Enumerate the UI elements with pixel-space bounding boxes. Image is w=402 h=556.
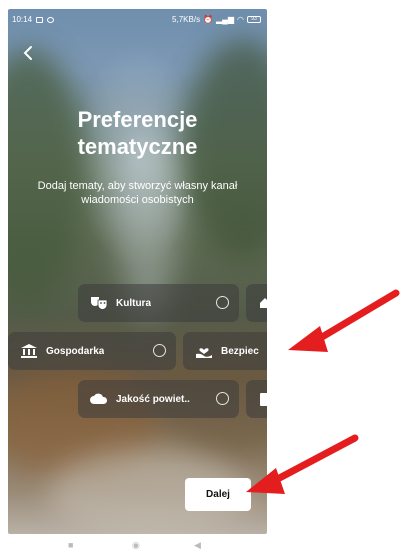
annotation-arrow-right [246,434,359,494]
annotation-arrows [246,289,400,494]
annotation-arrow-right [288,289,400,352]
